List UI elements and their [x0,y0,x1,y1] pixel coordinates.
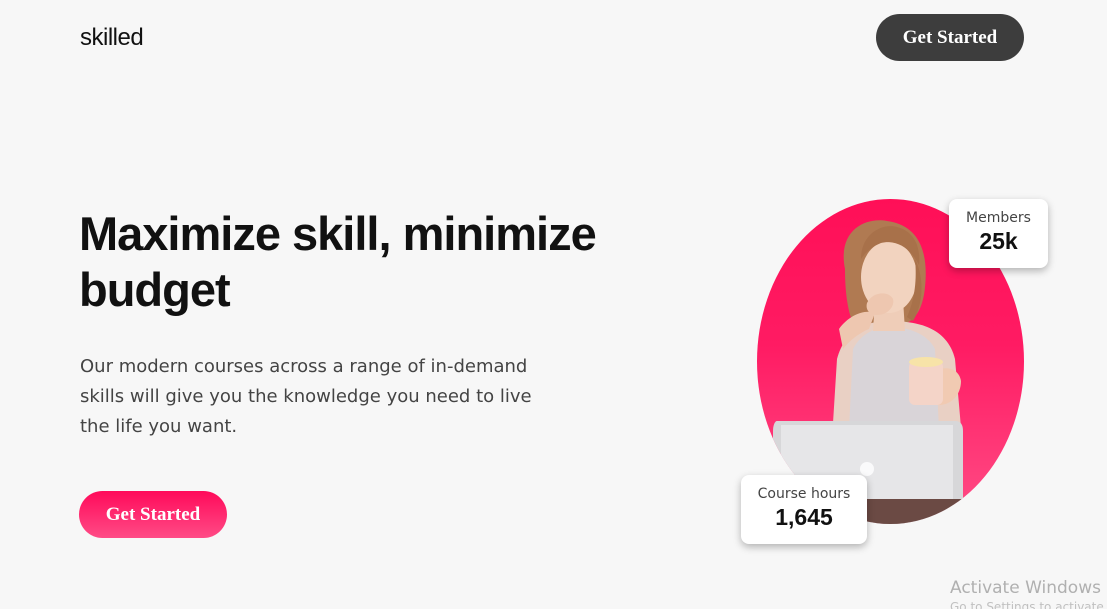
hero-title: Maximize skill, minimize budget [79,207,597,316]
brand-logo[interactable]: skilled [80,24,144,52]
members-value: 25k [979,228,1018,254]
nav-get-started-button[interactable]: Get Started [876,14,1024,61]
course-hours-stat-card: Course hours 1,645 [741,475,867,544]
hero-description: Our modern courses across a range of in-… [80,356,532,437]
hero-get-started-button[interactable]: Get Started [79,491,227,538]
windows-activation-watermark: Activate Windows [950,578,1101,598]
course-hours-label: Course hours [757,486,851,502]
windows-activation-subtext: Go to Settings to activate Windows. [950,600,1104,609]
members-label: Members [966,210,1031,226]
course-hours-value: 1,645 [775,504,833,530]
members-stat-card: Members 25k [949,199,1048,268]
